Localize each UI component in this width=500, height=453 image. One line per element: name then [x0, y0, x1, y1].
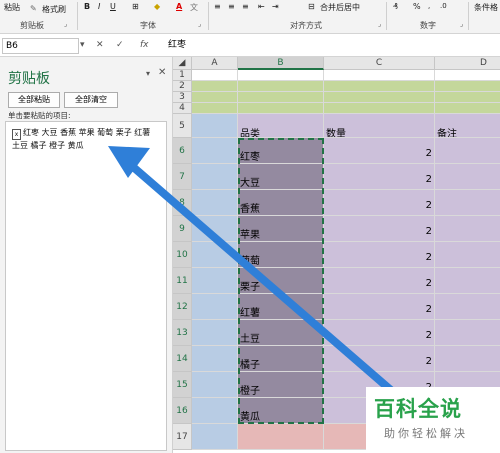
pointer-arrow-shaft: [128, 162, 404, 402]
watermark-logo: 百科全说: [374, 397, 462, 421]
watermark: 百科全说 助你轻松解决: [366, 387, 500, 453]
arrow-overlay: [108, 146, 404, 402]
watermark-subtitle: 助你轻松解决: [384, 427, 468, 440]
